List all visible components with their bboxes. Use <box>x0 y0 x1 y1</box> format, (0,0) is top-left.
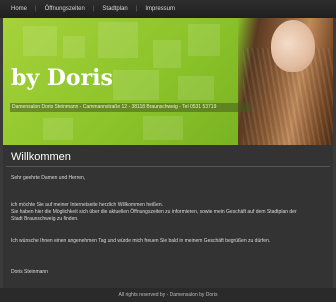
wish-text: Ich wünsche Ihnen einen angenehmen Tag u… <box>11 238 271 244</box>
header-banner: by Doris Damensalon Doris Steinmann - Ca… <box>3 18 333 145</box>
banner-decor-square <box>153 40 181 68</box>
welcome-text: ich möchte Sie auf meiner Internetseite … <box>11 202 164 208</box>
page-title: Willkommen <box>11 151 71 163</box>
title-divider <box>6 166 330 167</box>
banner-decor-square <box>188 24 220 56</box>
footer-copyright: All rights reserved by - Damensalon by D… <box>118 292 218 298</box>
info-text-line-1: Sie haben hier die Möglichkeit sich über… <box>11 209 297 215</box>
signature: Doris Steinmann <box>11 269 48 275</box>
banner-decor-square <box>98 22 138 58</box>
page: Home | Öffnungszeiten | Stadtplan | Impr… <box>0 0 336 302</box>
banner-decor-square <box>178 76 214 100</box>
banner-decor-square <box>143 116 183 140</box>
model-face-image <box>271 20 315 72</box>
main-content: Willkommen Sehr geehrte Damen und Herren… <box>3 145 333 288</box>
top-navigation: Home | Öffnungszeiten | Stadtplan | Impr… <box>0 0 336 18</box>
banner-decor-square <box>23 26 57 56</box>
nav-opening-hours[interactable]: Öffnungszeiten <box>37 0 93 18</box>
info-text-line-2: Stadt Braunschweig zu finden. <box>11 216 79 222</box>
banner-decor-square <box>63 36 85 58</box>
salon-address: Damensalon Doris Steinmann - Cammannstra… <box>10 103 252 112</box>
footer: All rights reserved by - Damensalon by D… <box>0 288 336 302</box>
nav-city-map[interactable]: Stadtplan <box>94 0 135 18</box>
site-logo[interactable]: by Doris <box>11 65 113 91</box>
nav-home[interactable]: Home <box>0 0 35 18</box>
banner-decor-square <box>43 118 73 140</box>
greeting-text: Sehr geehrte Damen und Herren, <box>11 175 86 181</box>
nav-imprint[interactable]: Impressum <box>137 0 183 18</box>
banner-decor-square <box>113 70 159 100</box>
